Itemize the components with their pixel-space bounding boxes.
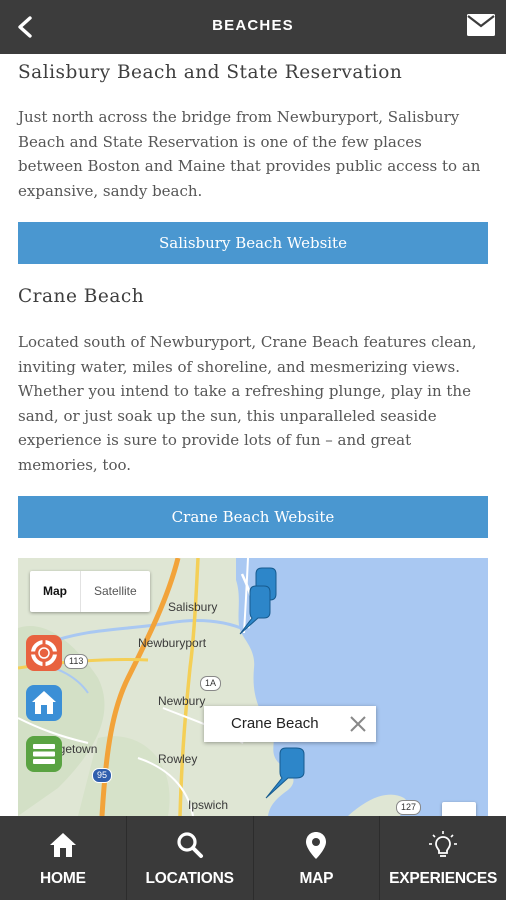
- town-label: Ipswich: [188, 798, 229, 812]
- top-bar: BEACHES: [0, 0, 506, 54]
- town-label: Newbury: [158, 694, 206, 708]
- route-shield: 113: [64, 654, 89, 669]
- lifebuoy-icon[interactable]: [26, 635, 62, 671]
- bottom-tab-bar: HOME LOCATIONS MAP EXPERIENCES: [0, 816, 506, 900]
- town-label: Newburyport: [138, 636, 207, 650]
- crane-beach-title: Crane Beach: [18, 286, 145, 307]
- salisbury-beach-title: Salisbury Beach and State Reservation: [18, 62, 403, 83]
- tab-label: EXPERIENCES: [389, 870, 498, 887]
- map-type-toggle: Map Satellite: [30, 571, 150, 612]
- zoom-button[interactable]: [442, 802, 476, 816]
- tab-map[interactable]: MAP: [254, 816, 381, 900]
- salisbury-beach-description: Just north across the bridge from Newbur…: [18, 108, 481, 200]
- list-icon[interactable]: [26, 736, 62, 772]
- tab-experiences[interactable]: EXPERIENCES: [380, 816, 506, 900]
- map-pin-icon: [301, 830, 331, 860]
- route-shield: 127: [396, 800, 422, 815]
- tab-label: HOME: [40, 870, 86, 887]
- map-type-satellite-option[interactable]: Satellite: [80, 571, 150, 612]
- close-icon[interactable]: [348, 714, 368, 734]
- crane-beach-description: Located south of Newburyport, Crane Beac…: [18, 333, 477, 474]
- tab-home[interactable]: HOME: [0, 816, 127, 900]
- callout-label: Crane Beach: [231, 715, 319, 732]
- crane-beach-website-button[interactable]: Crane Beach Website: [18, 496, 488, 538]
- tab-label: MAP: [299, 870, 334, 887]
- map-callout[interactable]: Crane Beach: [204, 706, 376, 742]
- search-icon: [175, 830, 205, 860]
- tab-locations[interactable]: LOCATIONS: [127, 816, 254, 900]
- lightbulb-icon: [428, 830, 458, 860]
- beaches-map[interactable]: Map Satellite Salisbury Newburyport Newb…: [18, 558, 488, 816]
- mail-icon[interactable]: [467, 14, 495, 38]
- town-label: Salisbury: [168, 600, 218, 614]
- home-icon: [48, 830, 78, 860]
- salisbury-beach-website-button[interactable]: Salisbury Beach Website: [18, 222, 488, 264]
- town-label: Rowley: [158, 752, 198, 766]
- map-type-map-option[interactable]: Map: [30, 571, 80, 612]
- page-title: BEACHES: [212, 17, 294, 34]
- route-shield: 1A: [200, 676, 222, 691]
- route-shield: 95: [92, 768, 113, 783]
- home-icon[interactable]: [26, 685, 62, 721]
- tab-label: LOCATIONS: [145, 870, 234, 887]
